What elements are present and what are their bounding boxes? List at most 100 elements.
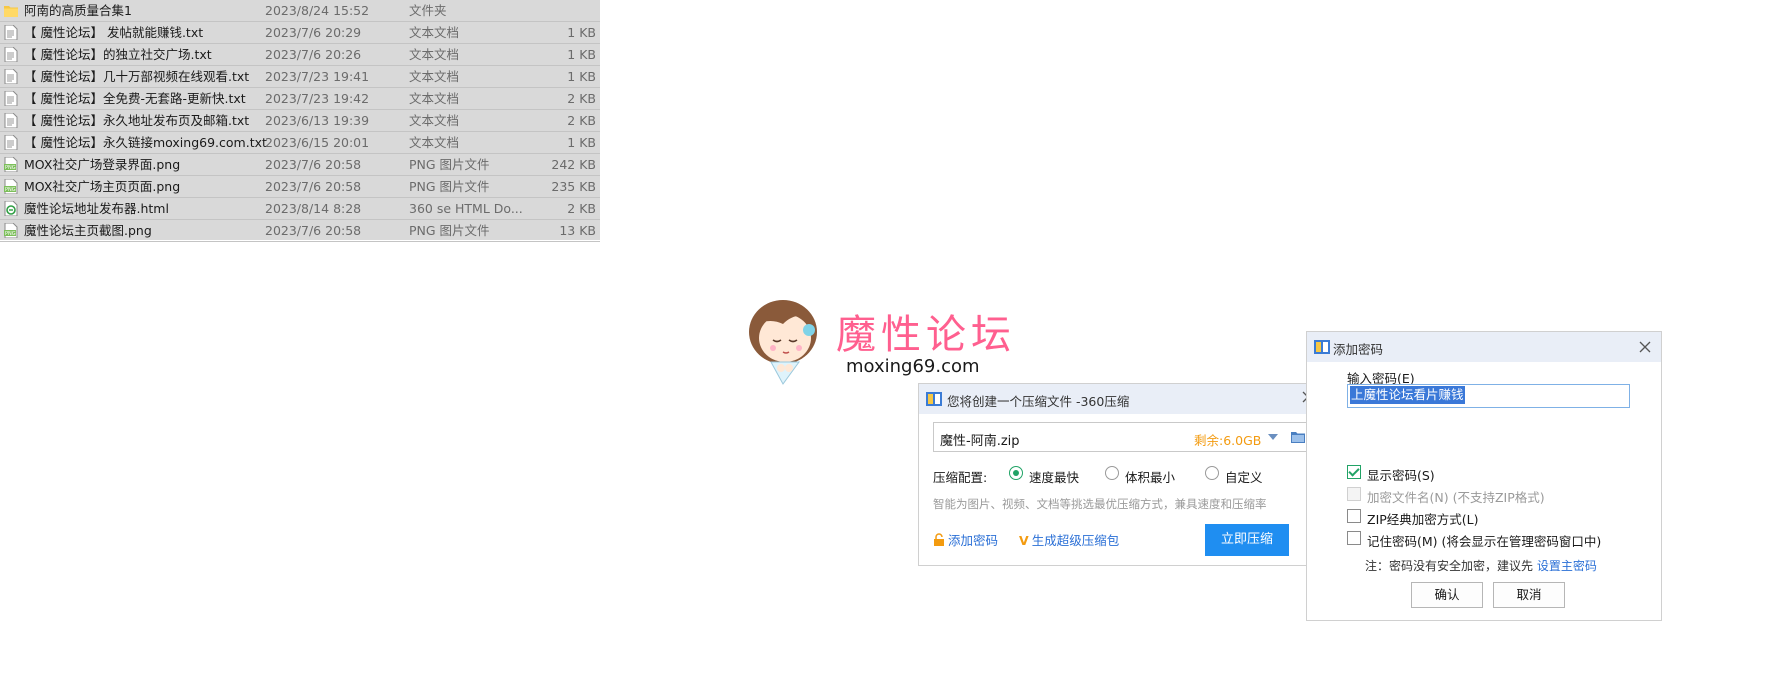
super-zip-label: 生成超级压缩包	[1031, 533, 1120, 548]
text-file-icon	[4, 46, 18, 63]
file-date: 2023/7/6 20:58	[265, 179, 362, 194]
logo-url: moxing69.com	[846, 356, 980, 377]
html-file-icon	[4, 200, 18, 217]
folder-icon	[4, 3, 18, 18]
file-size: 1 KB	[567, 69, 596, 84]
checkbox-label: 加密文件名(N) (不支持ZIP格式)	[1367, 490, 1545, 505]
png-file-icon: PNG	[4, 156, 18, 173]
add-password-label: 添加密码	[948, 533, 999, 548]
file-date: 2023/8/24 15:52	[265, 3, 370, 18]
checkbox-indicator	[1347, 487, 1361, 501]
compression-hint: 智能为图片、视频、文档等挑选最优压缩方式，兼具速度和压缩率	[933, 497, 1267, 511]
file-date: 2023/6/13 19:39	[265, 113, 370, 128]
checkbox-label: 显示密码(S)	[1367, 468, 1435, 483]
lock-icon	[933, 533, 945, 546]
password-dialog-titlebar[interactable]: 添加密码	[1307, 332, 1661, 362]
security-note: 注：密码没有安全加密，建议先 设置主密码	[1365, 557, 1597, 574]
text-file-icon	[4, 24, 18, 41]
file-date: 2023/8/14 8:28	[265, 201, 362, 216]
file-name: 【 魔性论坛】永久地址发布页及邮箱.txt	[24, 113, 250, 128]
password-input[interactable]: 上魔性论坛看片赚钱	[1347, 384, 1630, 408]
compress-dialog-titlebar[interactable]: 您将创建一个压缩文件 -360压缩	[919, 384, 1321, 414]
file-row[interactable]: PNG 魔性论坛主页截图.png 2023/7/6 20:58 PNG 图片文件…	[0, 220, 600, 242]
file-row[interactable]: PNG MOX社交广场主页页面.png 2023/7/6 20:58 PNG 图…	[0, 176, 600, 198]
file-type: 文本文档	[409, 47, 460, 62]
security-note-text: 注：密码没有安全加密，建议先	[1365, 559, 1537, 573]
add-password-dialog: 添加密码 输入密码(E) 上魔性论坛看片赚钱 显示密码(S) 加密文件名(N) …	[1306, 331, 1662, 621]
file-row[interactable]: 阿南的高质量合集1 2023/8/24 15:52 文件夹	[0, 0, 600, 22]
file-type: PNG 图片文件	[409, 157, 490, 172]
password-value: 上魔性论坛看片赚钱	[1350, 386, 1465, 404]
file-date: 2023/7/6 20:29	[265, 25, 362, 40]
file-row[interactable]: 【 魔性论坛】几十万部视频在线观看.txt 2023/7/23 19:41 文本…	[0, 66, 600, 88]
file-name: 【 魔性论坛】永久链接moxing69.com.txt	[24, 135, 267, 150]
radio-indicator	[1009, 466, 1023, 480]
png-file-icon: PNG	[4, 222, 18, 239]
radio-label: 体积最小	[1125, 470, 1176, 485]
file-size: 13 KB	[559, 223, 596, 238]
checkbox-indicator	[1347, 509, 1361, 523]
checkbox-label: ZIP经典加密方式(L)	[1367, 512, 1479, 527]
file-type: 文本文档	[409, 69, 460, 84]
logo-title: 魔性论坛	[836, 312, 1016, 358]
file-row[interactable]: 魔性论坛地址发布器.html 2023/8/14 8:28 360 se HTM…	[0, 198, 600, 220]
file-size: 235 KB	[551, 179, 596, 194]
file-name: 【 魔性论坛】几十万部视频在线观看.txt	[24, 69, 250, 84]
text-file-icon	[4, 68, 18, 85]
radio-indicator	[1105, 466, 1119, 480]
super-v-icon: V	[1019, 533, 1029, 548]
radio-label: 速度最快	[1029, 470, 1080, 485]
file-size: 2 KB	[567, 201, 596, 216]
archive-filename: 魔性-阿南.zip	[940, 434, 1020, 449]
mascot-girl-logo	[743, 294, 823, 390]
svg-text:PNG: PNG	[5, 231, 16, 237]
compress-now-button[interactable]: 立即压缩	[1205, 524, 1289, 556]
file-type: 文本文档	[409, 91, 460, 106]
set-master-password-link[interactable]: 设置主密码	[1537, 559, 1597, 573]
png-file-icon: PNG	[4, 178, 18, 195]
file-size: 2 KB	[567, 113, 596, 128]
add-password-link[interactable]: 添加密码	[933, 530, 998, 549]
file-type: 文件夹	[409, 3, 447, 18]
file-type: 360 se HTML Do...	[409, 201, 523, 216]
file-name: MOX社交广场主页页面.png	[24, 179, 181, 194]
folder-browse-icon[interactable]	[1291, 431, 1305, 443]
file-row[interactable]: 【 魔性论坛】永久地址发布页及邮箱.txt 2023/6/13 19:39 文本…	[0, 110, 600, 132]
radio-indicator	[1205, 466, 1219, 480]
confirm-button[interactable]: 确认	[1411, 582, 1483, 608]
svg-text:PNG: PNG	[5, 187, 16, 193]
file-row[interactable]: 【 魔性论坛】永久链接moxing69.com.txt 2023/6/15 20…	[0, 132, 600, 154]
file-row[interactable]: 【 魔性论坛】全免费-无套路-更新快.txt 2023/7/23 19:42 文…	[0, 88, 600, 110]
archive-app-icon	[1314, 340, 1330, 354]
file-row[interactable]: 【 魔性论坛】 发帖就能赚钱.txt 2023/7/6 20:29 文本文档 1…	[0, 22, 600, 44]
file-type: 文本文档	[409, 113, 460, 128]
file-type: PNG 图片文件	[409, 179, 490, 194]
archive-filename-field[interactable]: 魔性-阿南.zip 剩余:6.0GB	[933, 422, 1309, 452]
checkbox-label: 记住密码(M) (将会显示在管理密码窗口中)	[1367, 534, 1602, 549]
archive-app-icon	[926, 392, 942, 406]
file-size: 242 KB	[551, 157, 596, 172]
file-type: 文本文档	[409, 25, 460, 40]
compress-dialog: 您将创建一个压缩文件 -360压缩 魔性-阿南.zip 剩余:6.0GB 压缩配…	[918, 383, 1322, 566]
compression-config-label: 压缩配置:	[933, 470, 988, 485]
file-size: 1 KB	[567, 25, 596, 40]
file-size: 2 KB	[567, 91, 596, 106]
file-name: 【 魔性论坛】全免费-无套路-更新快.txt	[24, 91, 246, 106]
compress-dialog-title: 您将创建一个压缩文件 -360压缩	[947, 394, 1130, 409]
file-type: PNG 图片文件	[409, 223, 490, 238]
file-date: 2023/7/23 19:42	[265, 91, 370, 106]
cancel-button[interactable]: 取消	[1493, 582, 1565, 608]
file-name: 魔性论坛地址发布器.html	[24, 201, 169, 216]
chevron-down-icon[interactable]	[1268, 434, 1278, 440]
file-row[interactable]: 【 魔性论坛】的独立社交广场.txt 2023/7/6 20:26 文本文档 1…	[0, 44, 600, 66]
file-row[interactable]: PNG MOX社交广场登录界面.png 2023/7/6 20:58 PNG 图…	[0, 154, 600, 176]
file-date: 2023/7/23 19:41	[265, 69, 370, 84]
file-name: 阿南的高质量合集1	[24, 3, 132, 18]
checkbox-indicator	[1347, 531, 1361, 545]
file-name: MOX社交广场登录界面.png	[24, 157, 181, 172]
super-zip-link[interactable]: V 生成超级压缩包	[1019, 530, 1119, 549]
file-date: 2023/6/15 20:01	[265, 135, 370, 150]
file-date: 2023/7/6 20:58	[265, 223, 362, 238]
close-icon[interactable]	[1636, 338, 1654, 356]
svg-text:PNG: PNG	[5, 165, 16, 171]
